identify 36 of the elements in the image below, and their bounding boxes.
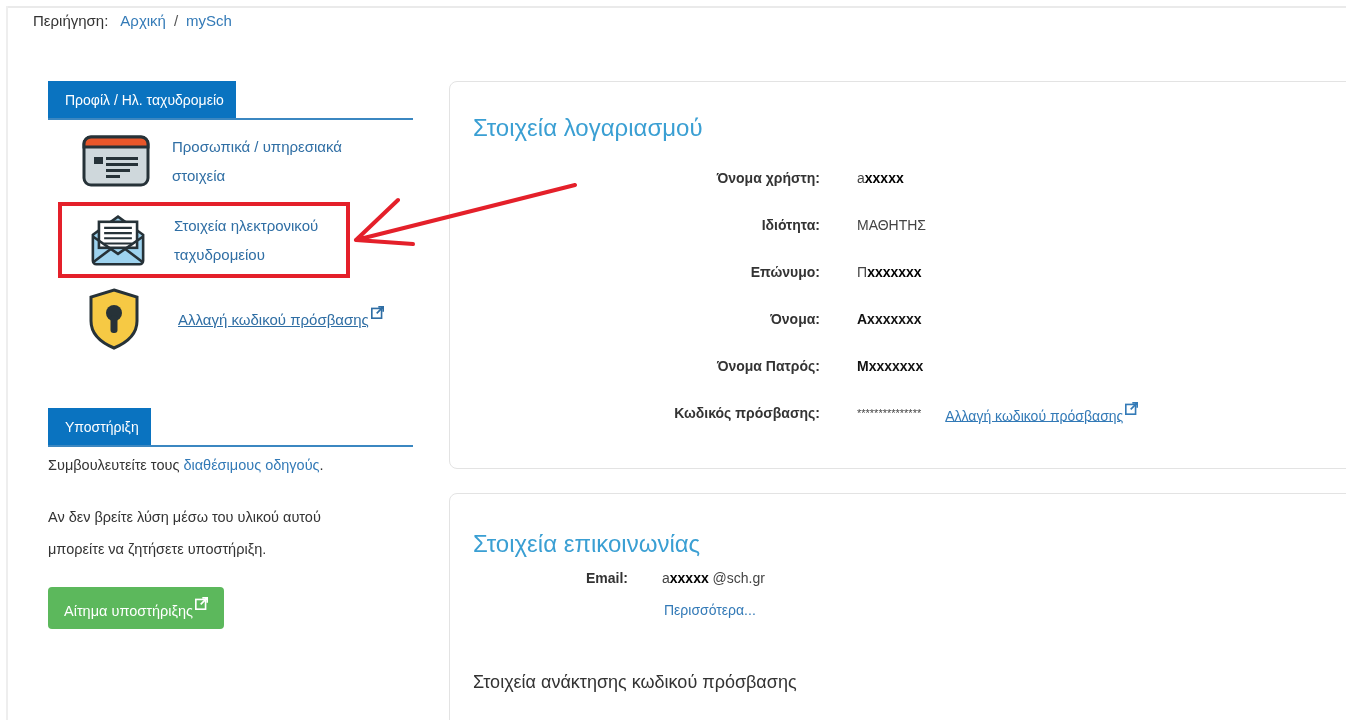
more-link[interactable]: Περισσότερα...	[664, 602, 1346, 618]
guides-link[interactable]: διαθέσιμους οδηγούς	[183, 457, 320, 473]
help-note: Συμβουλευτείτε τους διαθέσιμους οδηγούς.	[48, 457, 325, 473]
field-value: axxxxx	[857, 169, 904, 186]
breadcrumb-link[interactable]: Αρχική	[120, 12, 166, 29]
field-value: ΜΑΘΗΤΗΣ	[857, 216, 927, 233]
help-paragraph: Αν δεν βρείτε λύση μέσω του υλικού αυτού μπορείτε να ζητήσετε υποστήριξη.	[48, 508, 322, 559]
field-label: Email:	[585, 570, 628, 586]
change-password-link[interactable]: Αλλαγή κωδικού πρόσβασης	[945, 401, 1139, 424]
section-header: Προφίλ / Ηλ. ταχυδρομείο	[48, 81, 236, 118]
breadcrumb-link[interactable]: mySch	[186, 12, 232, 29]
external-link-icon	[1125, 401, 1139, 415]
sidebar-link[interactable]: Στοιχεία ηλεκτρονικού ταχυδρομείου	[174, 211, 350, 269]
field-label: Όνομα χρήστη:	[715, 168, 820, 188]
field-label: Όνομα:	[769, 309, 820, 329]
breadcrumb-separator: /	[173, 12, 179, 29]
card-title: Στοιχεία επικοινωνίας	[473, 530, 702, 558]
field-label: Ιδιότητα:	[760, 215, 820, 235]
field-label: Επώνυμο:	[749, 262, 820, 282]
breadcrumb-label: Περιήγηση:	[33, 12, 109, 29]
field-value: Axxxxxxx	[857, 310, 922, 327]
id-card-icon	[82, 135, 150, 187]
masked-password: ***************	[857, 406, 922, 419]
shield-keyhole-icon	[88, 287, 140, 351]
sidebar-link[interactable]: Αλλαγή κωδικού πρόσβασης	[178, 304, 384, 334]
section-subtitle: Στοιχεία ανάκτησης κωδικού πρόσβασης	[473, 672, 798, 693]
card-title: Στοιχεία λογαριασμού	[473, 114, 704, 142]
section-header: Υποστήριξη	[48, 408, 151, 445]
support-request-button[interactable]: Αίτημα υποστήριξης	[48, 587, 224, 629]
field-value: Πxxxxxxx	[857, 263, 922, 280]
field-label: Όνομα Πατρός:	[715, 356, 820, 376]
sidebar-link[interactable]: Προσωπικά / υπηρεσιακά στοιχεία	[172, 132, 378, 190]
field-value: Mxxxxxxx	[857, 357, 924, 374]
field-label: Κωδικός πρόσβασης:	[673, 403, 820, 423]
external-link-icon	[195, 597, 208, 610]
field-value: axxxxx @sch.gr	[662, 570, 766, 586]
